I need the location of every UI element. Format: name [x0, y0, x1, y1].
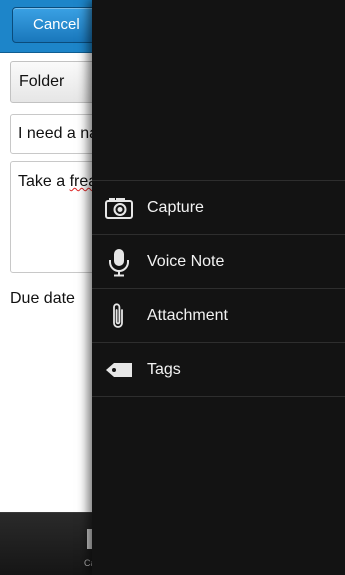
camera-icon	[104, 193, 134, 223]
menu-item-label: Capture	[147, 199, 204, 216]
menu-item-attachment[interactable]: Attachment	[92, 289, 345, 343]
menu-item-label: Attachment	[147, 307, 228, 324]
microphone-icon	[104, 247, 134, 277]
menu-item-capture[interactable]: Capture	[92, 181, 345, 235]
notes-text: Take a	[18, 173, 70, 190]
overflow-menu: Capture Voice Note Attachment Tags	[92, 0, 345, 575]
menu-item-tags[interactable]: Tags	[92, 343, 345, 397]
add-task-screen: Cancel Folder I need a na Take a frea Du…	[0, 0, 345, 575]
menu-item-voice-note[interactable]: Voice Note	[92, 235, 345, 289]
due-date-label: Due date	[10, 290, 75, 307]
paperclip-icon	[104, 301, 134, 331]
menu-item-label: Tags	[147, 361, 181, 378]
menu-list: Capture Voice Note Attachment Tags	[92, 180, 345, 397]
tag-icon	[104, 355, 134, 385]
menu-item-label: Voice Note	[147, 253, 225, 270]
